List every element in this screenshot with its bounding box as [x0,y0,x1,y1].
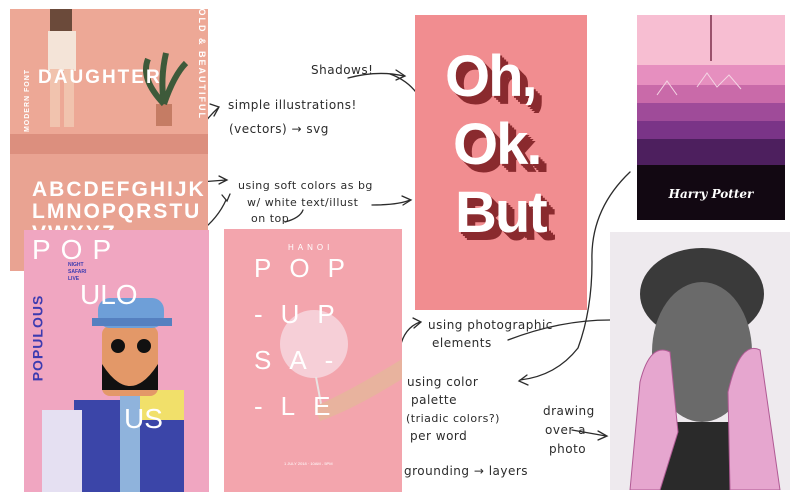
harry-potter-brand: Harry Potter [668,187,754,201]
populous-small-3: LIVE [68,276,80,282]
hanoi-popup-sale-poster: HANOI POP -UP SA- -LE 1 JULY 2018 · 10AM… [224,229,402,492]
ohok-line-2: Ok. [453,112,542,177]
note-photo-1: using photographic [428,318,553,332]
note-drawing-1: drawing [543,404,595,418]
ohok-line-1: Oh, [445,44,538,109]
note-soft-2: w/ white text/illust [247,196,359,209]
note-shadows: Shadows! [311,63,374,77]
hanoi-line-4: -LE [254,391,349,421]
note-drawing-3: photo [549,442,587,456]
note-simple-2: (vectors) → svg [229,122,329,136]
hanoi-line-2: -UP [254,299,353,329]
populous-poster: POP ULO US POPULOUS NIGHT SAFARI LIVE [24,230,209,492]
note-drawing-2: over a [545,423,586,437]
note-palette-2: palette [411,393,457,407]
note-palette-4: per word [410,429,468,443]
ohok-line-3: But [455,180,548,245]
oh-ok-but-poster: Oh, Ok. But [415,15,587,310]
daughter-side-right: BOLD & BEAUTIFUL [197,9,207,120]
hanoi-line-3: SA- [254,345,352,375]
populous-small-1: NIGHT [68,262,84,268]
note-soft-1: using soft colors as bg [238,179,373,192]
daughter-side-left: MODERN FONT [24,68,32,133]
populous-small-text: NIGHT SAFARI LIVE [68,262,86,283]
note-simple-1: simple illustrations! [228,98,357,112]
note-grounding: grounding → layers [404,464,529,478]
note-soft-3: on top [251,212,290,225]
populous-small-2: SAFARI [68,269,87,275]
hanoi-footer: 1 JULY 2018 · 10AM - 5PM [284,461,333,466]
harry-potter-poster: Harry Potter [637,15,785,220]
populous-name: POPULOUS [29,294,46,382]
hanoi-line-1: POP [254,253,363,283]
note-photo-2: elements [432,336,492,350]
hands-over-face-photo [610,232,790,490]
note-palette-3: (triadic colors?) [406,412,500,425]
hanoi-city: HANOI [288,243,334,252]
daughter-title: DAUGHTER [38,67,162,88]
bearded-man-illustration [42,298,184,492]
note-palette-1: using color [407,375,479,389]
portrait-with-drawn-hands [610,232,790,490]
populous-big-bottom: US [124,403,163,434]
